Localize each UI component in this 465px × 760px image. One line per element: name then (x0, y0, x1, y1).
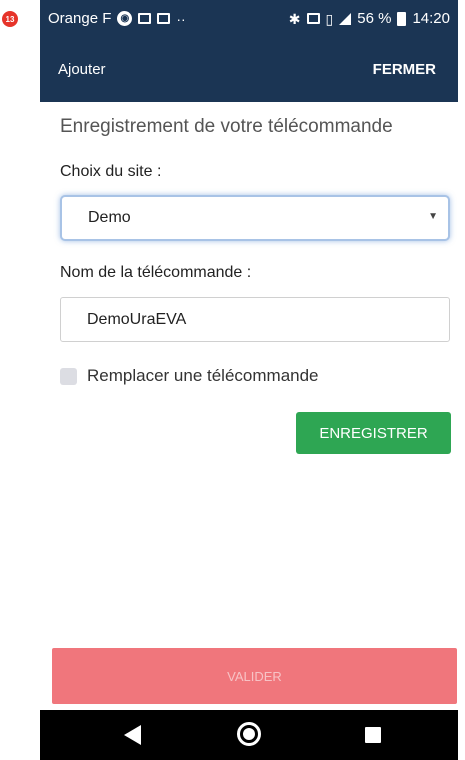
register-button[interactable]: ENREGISTRER (296, 412, 451, 454)
replace-remote-label: Remplacer une télécommande (87, 366, 319, 385)
nfc-icon (306, 13, 320, 24)
page-title: Enregistrement de votre télécommande (60, 116, 393, 137)
signal-icon (339, 12, 352, 25)
site-select-value: Demo (88, 209, 131, 226)
close-button[interactable]: FERMER (373, 61, 436, 78)
battery-percent: 56 % (357, 10, 392, 27)
recent-apps-icon[interactable] (365, 727, 381, 743)
phone-screen: Orange F ◉ ·· ✱ ▯ 56 % 14:20 Ajouter FER… (40, 0, 458, 760)
clock: 14:20 (412, 10, 450, 27)
site-select[interactable]: Demo ▼ (60, 195, 450, 241)
outlook-icon (138, 13, 152, 24)
sim-icon: ◉ (117, 11, 133, 26)
app-bar: Ajouter FERMER (40, 38, 458, 102)
vibrate-icon: ▯ (325, 10, 334, 27)
more-dots-icon: ·· (176, 10, 186, 27)
step-badge: 13 (2, 11, 18, 27)
image-icon (157, 13, 171, 24)
bluetooth-icon: ✱ (288, 10, 301, 27)
home-icon[interactable] (237, 722, 261, 746)
remote-name-input[interactable] (60, 297, 450, 342)
replace-remote-checkbox[interactable] (60, 367, 77, 385)
replace-remote-checkbox-row[interactable]: Remplacer une télécommande (60, 366, 319, 386)
battery-icon (397, 11, 407, 26)
status-left: Orange F ◉ ·· (48, 10, 186, 27)
status-bar: Orange F ◉ ·· ✱ ▯ 56 % 14:20 (40, 0, 458, 38)
back-icon[interactable] (124, 725, 141, 745)
remote-name-label: Nom de la télécommande : (60, 264, 252, 281)
chevron-down-icon: ▼ (428, 211, 438, 222)
site-label: Choix du site : (60, 163, 162, 180)
validate-button[interactable]: VALIDER (52, 648, 457, 704)
status-right: ✱ ▯ 56 % 14:20 (289, 10, 450, 27)
app-bar-title: Ajouter (58, 61, 106, 78)
android-nav-bar (40, 710, 458, 760)
carrier-name: Orange F (48, 10, 112, 27)
